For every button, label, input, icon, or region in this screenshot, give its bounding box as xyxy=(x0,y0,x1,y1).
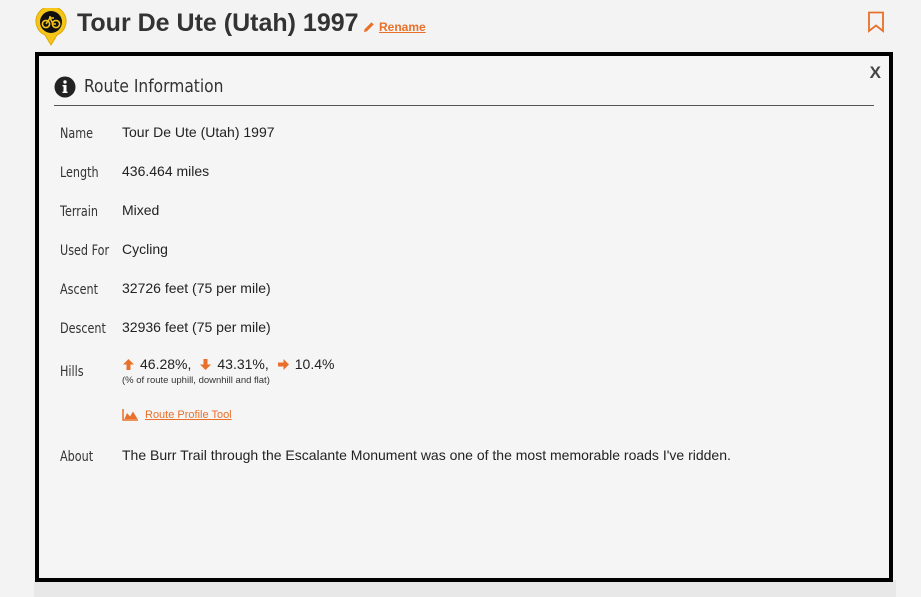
about-value: The Burr Trail through the Escalante Mon… xyxy=(122,447,731,463)
flat-percent: 10.4% xyxy=(294,356,335,372)
hills-note: (% of route uphill, downhill and flat) xyxy=(122,375,270,386)
about-label: About xyxy=(60,449,94,465)
hills-value: 46.28%, 43.31%, 10.4% (% of route uphill… xyxy=(122,356,334,386)
descent-label: Descent xyxy=(60,321,106,337)
length-label: Length xyxy=(60,165,99,181)
route-profile-tool-label: Route Profile Tool xyxy=(145,408,232,421)
name-value: Tour De Ute (Utah) 1997 xyxy=(122,124,275,140)
name-label: Name xyxy=(60,126,94,142)
bookmark-icon[interactable] xyxy=(867,11,885,33)
route-title: Tour De Ute (Utah) 1997 xyxy=(77,9,359,37)
downhill-percent: 43.31%, xyxy=(217,356,269,372)
page-header: Tour De Ute (Utah) 1997 Rename xyxy=(0,0,921,50)
arrow-up-icon xyxy=(123,358,134,370)
panel-title: Route Information xyxy=(84,76,224,97)
arrow-right-icon xyxy=(277,358,289,370)
ascent-value: 32726 feet (75 per mile) xyxy=(122,280,271,296)
profile-chart-icon xyxy=(122,409,138,421)
descent-value: 32936 feet (75 per mile) xyxy=(122,319,271,335)
terrain-value: Mixed xyxy=(122,202,160,218)
bicycle-pin-icon xyxy=(35,8,67,46)
ascent-label: Ascent xyxy=(60,282,99,298)
used-for-label: Used For xyxy=(60,243,110,259)
page-background-strip xyxy=(34,580,896,597)
uphill-percent: 46.28%, xyxy=(140,356,192,372)
used-for-value: Cycling xyxy=(122,241,168,257)
arrow-down-icon xyxy=(200,358,212,370)
panel-header: Route Information xyxy=(54,74,874,106)
terrain-label: Terrain xyxy=(60,204,98,220)
route-profile-tool-link[interactable]: Route Profile Tool xyxy=(122,408,232,421)
hills-label: Hills xyxy=(60,364,84,380)
rename-button[interactable]: Rename xyxy=(363,20,426,34)
pencil-icon xyxy=(364,22,374,32)
route-information-panel: X Route Information Name Tour De Ute (Ut… xyxy=(35,52,893,582)
info-icon xyxy=(54,76,76,98)
rename-label: Rename xyxy=(379,20,426,34)
length-value: 436.464 miles xyxy=(122,163,210,179)
hills-breakdown: 46.28%, 43.31%, 10.4% xyxy=(122,356,334,372)
